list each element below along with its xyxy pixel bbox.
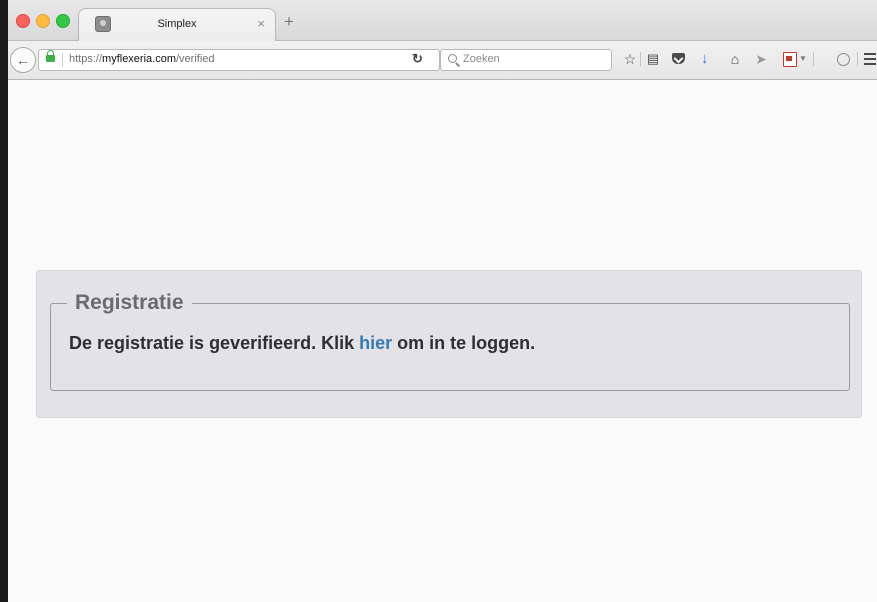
chevron-down-icon[interactable]: ▼ xyxy=(798,51,808,67)
back-button[interactable]: ← xyxy=(10,47,36,73)
page-content: Registratie De registratie is geverifiee… xyxy=(8,80,877,602)
new-tab-button[interactable]: + xyxy=(284,13,294,30)
search-input[interactable]: Zoeken xyxy=(440,49,612,71)
url-path: /verified xyxy=(176,53,215,65)
window-edge xyxy=(0,0,8,602)
chat-icon[interactable] xyxy=(837,53,850,66)
menu-icon[interactable] xyxy=(864,53,876,65)
star-icon[interactable]: ☆ xyxy=(622,51,638,67)
message-text-after: om in te loggen. xyxy=(392,333,536,353)
reading-list-icon[interactable]: ▤ xyxy=(645,51,661,67)
browser-window: Simplex × + ← https://myflexeria.com/ver… xyxy=(0,0,877,602)
home-icon[interactable]: ⌂ xyxy=(727,51,743,67)
reload-icon[interactable]: ↻ xyxy=(412,51,423,67)
verification-message: De registratie is geverifieerd. Klik hie… xyxy=(69,333,831,354)
url-text[interactable]: https://myflexeria.com/verified xyxy=(69,53,215,65)
message-text-before: De registratie is geverifieerd. Klik xyxy=(69,333,360,353)
toolbar-separator xyxy=(857,52,858,66)
send-icon[interactable]: ➤ xyxy=(753,51,769,67)
tab-simplex[interactable]: Simplex × xyxy=(78,8,276,42)
url-separator xyxy=(62,53,63,67)
window-maximize-button[interactable] xyxy=(56,14,70,28)
tab-title: Simplex xyxy=(157,18,197,30)
pdf-icon[interactable] xyxy=(783,52,797,67)
lock-icon xyxy=(46,50,55,62)
pocket-icon[interactable] xyxy=(672,53,685,64)
tab-close-icon[interactable]: × xyxy=(257,17,265,30)
login-link[interactable]: hier xyxy=(359,333,392,353)
toolbar-separator xyxy=(813,52,814,66)
registration-panel: Registratie De registratie is geverifiee… xyxy=(36,270,862,418)
window-minimize-button[interactable] xyxy=(36,14,50,28)
url-domain: myflexeria.com xyxy=(102,53,176,65)
toolbar-separator xyxy=(640,52,641,66)
search-placeholder: Zoeken xyxy=(463,53,500,65)
tab-strip: Simplex × + xyxy=(8,0,877,42)
window-close-button[interactable] xyxy=(16,14,30,28)
search-icon xyxy=(448,54,457,63)
back-arrow-icon: ← xyxy=(16,52,30,68)
download-icon[interactable]: ↓ xyxy=(701,51,709,67)
url-scheme: https:// xyxy=(69,53,103,65)
url-bar[interactable]: https://myflexeria.com/verified xyxy=(38,49,440,71)
registration-fieldset: Registratie De registratie is geverifiee… xyxy=(50,291,850,391)
nav-toolbar: ← https://myflexeria.com/verified ↻ Zoek… xyxy=(8,41,877,80)
panel-legend: Registratie xyxy=(75,291,184,314)
